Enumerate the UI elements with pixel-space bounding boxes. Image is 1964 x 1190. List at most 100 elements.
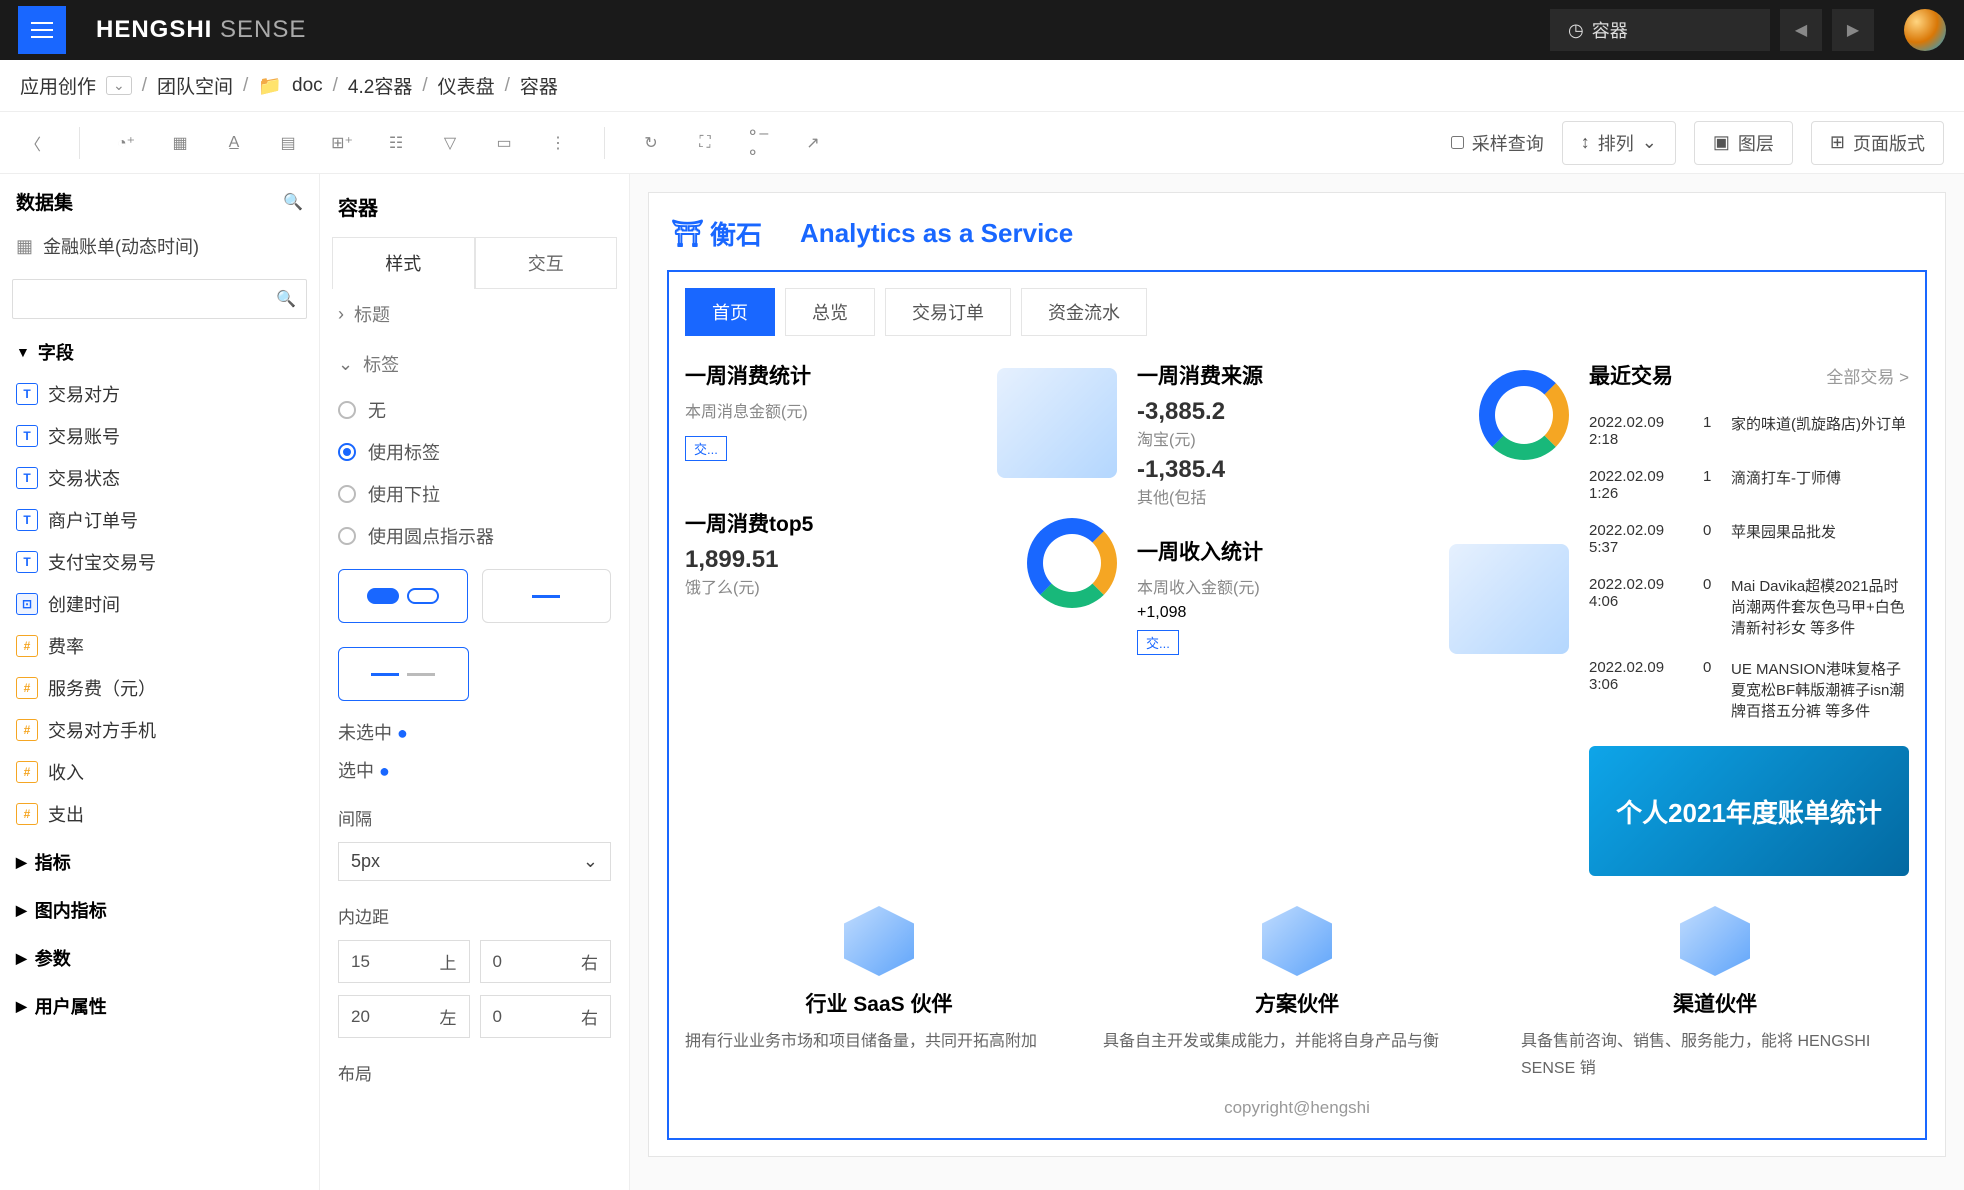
padding-left-input[interactable]: 20左 xyxy=(338,995,470,1038)
fullscreen-button[interactable]: ⛶ xyxy=(692,130,718,156)
field-item[interactable]: #服务费（元） xyxy=(16,667,303,709)
partner-desc: 拥有行业业务市场和项目储备量，共同开拓高附加 xyxy=(685,1028,1073,1055)
field-search-input[interactable]: 🔍 xyxy=(12,279,307,319)
field-item[interactable]: T交易账号 xyxy=(16,415,303,457)
breadcrumb: 应用创作 ⌄ / 团队空间 / 📁 doc / 4.2容器 / 仪表盘 / 容器 xyxy=(0,60,1964,112)
transaction-row[interactable]: 2022.02.09 2:181家的味道(凯旋路店)外订单 xyxy=(1589,404,1909,458)
field-item[interactable]: #交易对方手机 xyxy=(16,709,303,751)
dashboard-tab[interactable]: 首页 xyxy=(685,288,775,336)
add-component-button[interactable]: ⊞⁺ xyxy=(329,130,355,156)
breadcrumb-team[interactable]: 团队空间 xyxy=(157,72,233,99)
back-button[interactable]: 〈 xyxy=(20,130,46,156)
card-week-source[interactable]: 一周消费来源-3,885.2淘宝(元)-1,385.4其他(包括 xyxy=(1137,360,1569,514)
breadcrumb-root[interactable]: 应用创作 xyxy=(20,72,96,99)
field-item[interactable]: T交易状态 xyxy=(16,457,303,499)
field-item[interactable]: T交易对方 xyxy=(16,373,303,415)
sort-button[interactable]: ↕排列⌄ xyxy=(1562,121,1676,165)
add-chart-button[interactable]: ◔⁺ xyxy=(113,130,139,156)
nav-next-button[interactable]: ▶ xyxy=(1832,9,1874,51)
gap-select[interactable]: 5px⌄ xyxy=(338,842,611,881)
share-button[interactable]: ⚬‒⚬ xyxy=(746,130,772,156)
page-layout-button[interactable]: ⊞页面版式 xyxy=(1811,121,1944,165)
canvas[interactable]: ⛩衡石 Analytics as a Service 首页总览交易订单资金流水 … xyxy=(630,174,1964,1190)
field-item[interactable]: #支出 xyxy=(16,793,303,835)
field-label: 创建时间 xyxy=(48,591,120,617)
field-type-icon: # xyxy=(16,719,38,741)
section-label-toggle[interactable]: ⌄标签 xyxy=(320,339,629,389)
text-button[interactable]: A̲ xyxy=(221,130,247,156)
section-params[interactable]: ▶参数 xyxy=(0,931,319,979)
dashboard-tab[interactable]: 交易订单 xyxy=(885,288,1011,336)
promo-banner[interactable]: 个人2021年度账单统计 xyxy=(1589,746,1909,876)
tag-week-stats[interactable]: 交... xyxy=(685,436,727,461)
tab-style-pills[interactable] xyxy=(338,569,468,623)
section-title-toggle[interactable]: ›标题 xyxy=(320,289,629,339)
tab-interaction[interactable]: 交互 xyxy=(475,237,618,288)
partner-icon xyxy=(1262,906,1332,976)
section-fields[interactable]: ▼字段 xyxy=(0,325,319,373)
card-income[interactable]: 一周收入统计本周收入金额(元)+1,098交... xyxy=(1137,536,1569,662)
field-item[interactable]: #费率 xyxy=(16,625,303,667)
refresh-button[interactable]: ↻ xyxy=(638,130,664,156)
partner-card[interactable]: 行业 SaaS 伙伴拥有行业业务市场和项目储备量，共同开拓高附加 xyxy=(685,906,1073,1082)
radio-use-dropdown[interactable]: 使用下拉 xyxy=(338,473,611,515)
dataset-item[interactable]: ▦金融账单(动态时间) xyxy=(0,229,319,273)
sample-query-checkbox[interactable]: 采样查询 xyxy=(1451,130,1544,156)
padding-last-input[interactable]: 0右 xyxy=(480,995,612,1038)
layer-button[interactable]: ▣图层 xyxy=(1694,121,1793,165)
padding-top-input[interactable]: 15上 xyxy=(338,940,470,983)
trans-count: 0 xyxy=(1703,522,1717,556)
field-label: 收入 xyxy=(48,759,84,785)
card-week-stats[interactable]: 一周消费统计本周消息金额(元)交... xyxy=(685,360,1117,486)
field-item[interactable]: #收入 xyxy=(16,751,303,793)
sort-icon: ↕ xyxy=(1581,132,1590,153)
table-button[interactable]: ▤ xyxy=(275,130,301,156)
transaction-row[interactable]: 2022.02.09 5:370苹果园果品批发 xyxy=(1589,512,1909,566)
section-inchart-metrics[interactable]: ▶图内指标 xyxy=(0,883,319,931)
tab-style[interactable]: 样式 xyxy=(332,237,475,288)
section-metrics[interactable]: ▶指标 xyxy=(0,835,319,883)
partner-icon xyxy=(1680,906,1750,976)
radio-none[interactable]: 无 xyxy=(338,389,611,431)
gauge-icon: ◷ xyxy=(1568,20,1584,41)
nav-prev-button[interactable]: ◀ xyxy=(1780,9,1822,51)
container-button[interactable]: ▭ xyxy=(491,130,517,156)
tab-style-underline[interactable] xyxy=(482,569,612,623)
current-module-indicator[interactable]: ◷容器 xyxy=(1550,9,1770,51)
user-avatar[interactable] xyxy=(1904,9,1946,51)
card-top5[interactable]: 一周消费top51,899.51饿了么(元) xyxy=(685,508,1117,618)
transaction-row[interactable]: 2022.02.09 3:060UE MANSION港味复格子夏宽松BF韩版潮裤… xyxy=(1589,649,1909,732)
tag-income[interactable]: 交... xyxy=(1137,630,1179,655)
breadcrumb-dropdown[interactable]: ⌄ xyxy=(106,76,132,95)
padding-right-input[interactable]: 0右 xyxy=(480,940,612,983)
search-icon[interactable]: 🔍 xyxy=(283,192,303,212)
breadcrumb-folder[interactable]: doc xyxy=(292,75,323,97)
radio-use-dots[interactable]: 使用圆点指示器 xyxy=(338,515,611,557)
image-button[interactable]: ▦ xyxy=(167,130,193,156)
field-item[interactable]: T商户订单号 xyxy=(16,499,303,541)
section-user-attrs[interactable]: ▶用户属性 xyxy=(0,979,319,1027)
donut-chart-icon xyxy=(1479,370,1569,460)
dashboard-tab[interactable]: 资金流水 xyxy=(1021,288,1147,336)
export-button[interactable]: ↗ xyxy=(800,130,826,156)
dashboard-footer: copyright@hengshi xyxy=(685,1082,1909,1122)
transaction-row[interactable]: 2022.02.09 1:261滴滴打车-丁师傅 xyxy=(1589,458,1909,512)
radio-use-label[interactable]: 使用标签 xyxy=(338,431,611,473)
dashboard-tab[interactable]: 总览 xyxy=(785,288,875,336)
partner-card[interactable]: 渠道伙伴具备售前咨询、销售、服务能力，能将 HENGSHI SENSE 销 xyxy=(1521,906,1909,1082)
more-button[interactable]: ⋮ xyxy=(545,130,571,156)
transaction-row[interactable]: 2022.02.09 4:060Mai Davika超模2021品时尚潮两件套灰… xyxy=(1589,566,1909,649)
view-all-link[interactable]: 全部交易 > xyxy=(1826,363,1909,388)
field-item[interactable]: T支付宝交易号 xyxy=(16,541,303,583)
tab-style-mixed[interactable] xyxy=(338,647,469,701)
topbar: HENGSHI SENSE ◷容器 ◀ ▶ xyxy=(0,0,1964,60)
partner-card[interactable]: 方案伙伴具备自主开发或集成能力，并能将自身产品与衡 xyxy=(1103,906,1491,1082)
breadcrumb-dashboard[interactable]: 仪表盘 xyxy=(438,72,495,99)
main-menu-button[interactable] xyxy=(18,6,66,54)
field-label: 商户订单号 xyxy=(48,507,138,533)
search-icon: 🔍 xyxy=(276,289,296,309)
list-button[interactable]: ☷ xyxy=(383,130,409,156)
breadcrumb-container[interactable]: 4.2容器 xyxy=(348,72,412,99)
field-item[interactable]: ⊡创建时间 xyxy=(16,583,303,625)
filter-button[interactable]: ▽ xyxy=(437,130,463,156)
